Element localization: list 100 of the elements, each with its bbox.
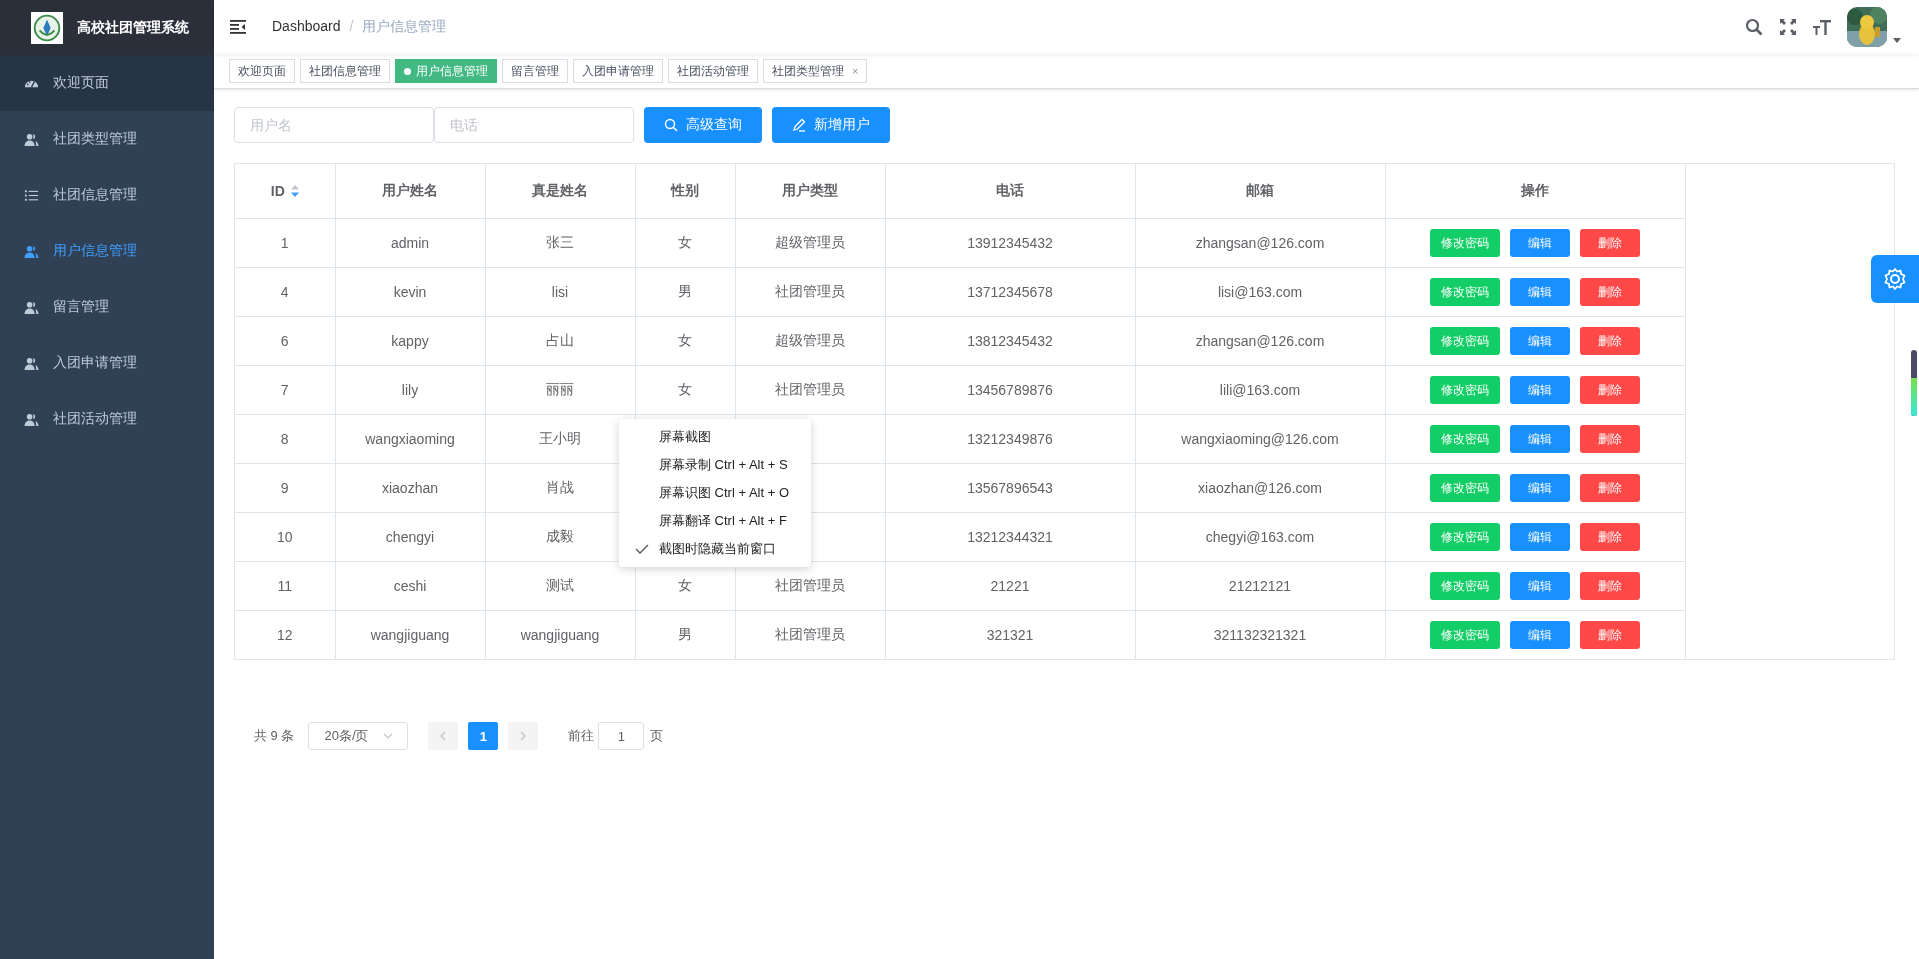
delete-button[interactable]: 删除 <box>1580 327 1640 355</box>
password-button[interactable]: 修改密码 <box>1430 278 1500 306</box>
sidebar-item[interactable]: 社团活动管理 <box>0 391 214 447</box>
add-user-button[interactable]: 新增用户 <box>772 107 890 143</box>
column-header: 真是姓名 <box>532 182 588 200</box>
delete-button[interactable]: 删除 <box>1580 572 1640 600</box>
page-size-select[interactable]: 20条/页 <box>308 722 409 750</box>
edit-button[interactable]: 编辑 <box>1510 621 1570 649</box>
table-cell: ceshi <box>393 578 427 594</box>
username-field[interactable]: 用户名 <box>234 107 434 143</box>
tag-tab[interactable]: 社团信息管理 <box>300 59 390 83</box>
phone-field[interactable]: 电话 <box>434 107 634 143</box>
table-cell: 9 <box>280 480 289 496</box>
table-cell: 测试 <box>546 577 574 593</box>
table-cell: 女 <box>678 332 692 348</box>
caret-icon[interactable] <box>1893 38 1901 43</box>
users-icon <box>24 355 39 371</box>
table-cell: 6 <box>280 333 289 349</box>
password-button[interactable]: 修改密码 <box>1430 621 1500 649</box>
password-button[interactable]: 修改密码 <box>1430 474 1500 502</box>
column-header: 操作 <box>1521 182 1549 200</box>
breadcrumb-link[interactable]: Dashboard <box>272 18 341 36</box>
menu-item[interactable]: 屏幕识图 Ctrl + Alt + O <box>619 479 811 507</box>
table-cell: chegyi@163.com <box>1205 529 1315 545</box>
chevron-down-icon <box>382 733 393 739</box>
delete-button[interactable]: 删除 <box>1580 523 1640 551</box>
sort-icon[interactable] <box>290 185 299 197</box>
users-icon <box>24 243 39 259</box>
table-cell: 21212121 <box>1228 578 1292 594</box>
settings-button[interactable] <box>1871 255 1919 303</box>
table-cell: 1 <box>280 235 289 251</box>
table-cell: 社团管理员 <box>775 381 845 397</box>
table-cell: 王小明 <box>539 430 581 446</box>
password-button[interactable]: 修改密码 <box>1430 376 1500 404</box>
delete-button[interactable]: 删除 <box>1580 621 1640 649</box>
sidebar-item[interactable]: 留言管理 <box>0 279 214 335</box>
tag-tab[interactable]: 社团活动管理 <box>668 59 758 83</box>
font-size-icon[interactable] <box>1813 18 1831 36</box>
sidebar-item[interactable]: 社团信息管理 <box>0 167 214 223</box>
sidebar-item[interactable]: 入团申请管理 <box>0 335 214 391</box>
table-cell: 社团管理员 <box>775 283 845 299</box>
sidebar-item[interactable]: 用户信息管理 <box>0 223 214 279</box>
password-button[interactable]: 修改密码 <box>1430 425 1500 453</box>
edit-button[interactable]: 编辑 <box>1510 278 1570 306</box>
tag-tab[interactable]: 留言管理 <box>502 59 568 83</box>
table-cell: 超级管理员 <box>775 332 845 348</box>
password-button[interactable]: 修改密码 <box>1430 229 1500 257</box>
delete-button[interactable]: 删除 <box>1580 278 1640 306</box>
table-cell: 超级管理员 <box>775 234 845 250</box>
menu-toggle-icon[interactable] <box>230 20 246 34</box>
password-button[interactable]: 修改密码 <box>1430 327 1500 355</box>
menu-item[interactable]: 截图时隐藏当前窗口 <box>619 535 811 563</box>
tag-tab[interactable]: 欢迎页面 <box>229 59 295 83</box>
tag-tab[interactable]: 用户信息管理 <box>395 59 497 83</box>
table-cell: 13456789876 <box>967 382 1053 398</box>
table-cell: xiaozhan@126.com <box>1198 480 1322 496</box>
table-cell: 11 <box>277 578 292 594</box>
delete-button[interactable]: 删除 <box>1580 474 1640 502</box>
table-cell: 8 <box>280 431 289 447</box>
table-cell: 13812345432 <box>967 333 1053 349</box>
tag-tab[interactable]: 社团类型管理 × <box>763 59 868 83</box>
sidebar-item[interactable]: 欢迎页面 <box>0 55 214 111</box>
total-count: 共 9 条 <box>254 727 295 745</box>
table-cell: zhangsan@126.com <box>1195 333 1325 349</box>
fullscreen-icon[interactable] <box>1779 18 1797 36</box>
breadcrumb-separator: / <box>349 18 354 36</box>
delete-button[interactable]: 删除 <box>1580 229 1640 257</box>
users-icon <box>24 411 39 427</box>
table-cell: xiaozhan <box>381 480 438 496</box>
password-button[interactable]: 修改密码 <box>1430 572 1500 600</box>
edit-button[interactable]: 编辑 <box>1510 425 1570 453</box>
delete-button[interactable]: 删除 <box>1580 425 1640 453</box>
tag-tab[interactable]: 入团申请管理 <box>573 59 663 83</box>
list-icon <box>24 187 39 203</box>
edit-button[interactable]: 编辑 <box>1510 229 1570 257</box>
menu-item[interactable]: 屏幕截图 <box>619 423 811 451</box>
table-cell: 占山 <box>546 332 574 348</box>
password-button[interactable]: 修改密码 <box>1430 523 1500 551</box>
edit-button[interactable]: 编辑 <box>1510 572 1570 600</box>
column-header: 电话 <box>996 182 1024 200</box>
page-input[interactable]: 1 <box>598 722 645 750</box>
menu-item[interactable]: 屏幕翻译 Ctrl + Alt + F <box>619 507 811 535</box>
search-icon[interactable] <box>1745 18 1763 36</box>
column-header: ID <box>270 183 285 199</box>
menu-item[interactable]: 屏幕录制 Ctrl + Alt + S <box>619 451 811 479</box>
table-cell: 女 <box>678 234 692 250</box>
table-cell: 321132321321 <box>1213 627 1307 643</box>
sidebar-item[interactable]: 社团类型管理 <box>0 111 214 167</box>
table-cell: kappy <box>391 333 429 349</box>
breadcrumb-current: 用户信息管理 <box>362 18 447 36</box>
users-icon <box>24 131 39 147</box>
edit-button[interactable]: 编辑 <box>1510 376 1570 404</box>
close-icon[interactable]: × <box>852 65 859 77</box>
edit-button[interactable]: 编辑 <box>1510 474 1570 502</box>
edit-button[interactable]: 编辑 <box>1510 327 1570 355</box>
page-button[interactable]: 1 <box>468 722 499 750</box>
search-button[interactable]: 高级查询 <box>644 107 762 143</box>
delete-button[interactable]: 删除 <box>1580 376 1640 404</box>
table-cell: 10 <box>276 529 293 545</box>
edit-button[interactable]: 编辑 <box>1510 523 1570 551</box>
